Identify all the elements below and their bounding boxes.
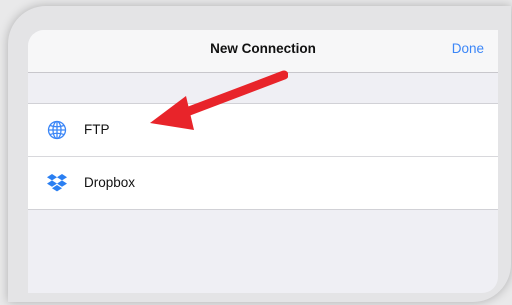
dropbox-icon: [46, 173, 68, 193]
done-button[interactable]: Done: [452, 41, 484, 56]
globe-icon: [46, 120, 68, 140]
navigation-bar: New Connection Done: [28, 30, 498, 73]
list-item-label: FTP: [84, 122, 110, 137]
list-item-label: Dropbox: [84, 175, 136, 190]
red-arrow-annotation: [150, 70, 288, 130]
page-title: New Connection: [210, 41, 316, 56]
list-item-dropbox[interactable]: Dropbox: [28, 156, 498, 209]
